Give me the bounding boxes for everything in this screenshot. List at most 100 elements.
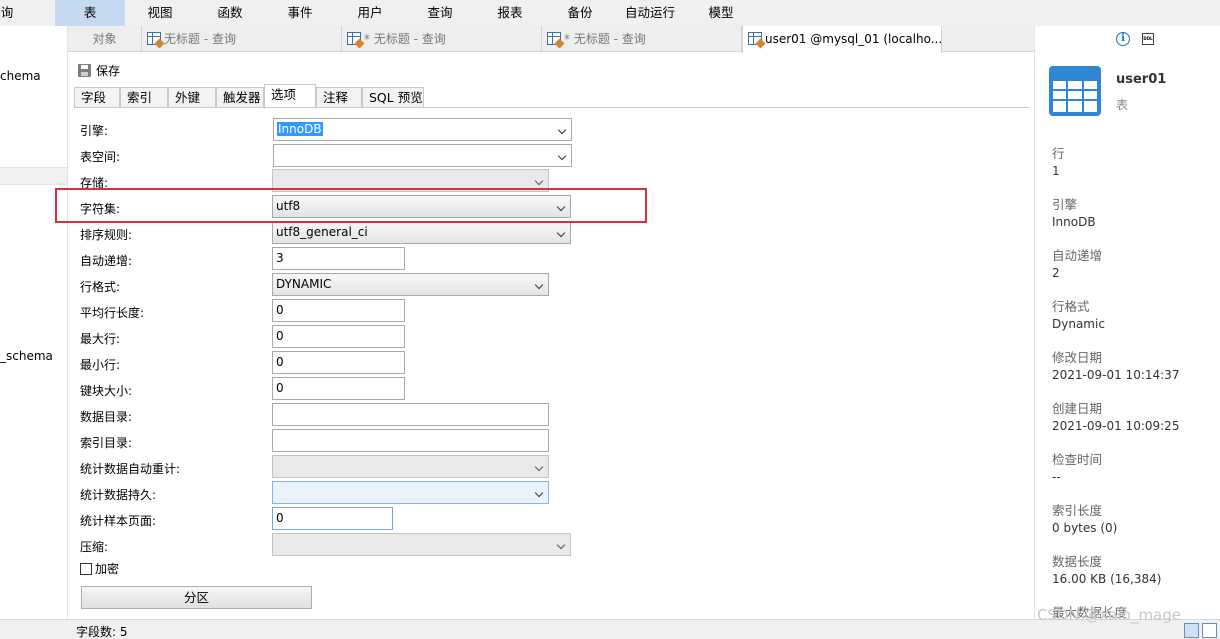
menu-item-model[interactable]: 模型 <box>688 0 754 26</box>
encryption-label: 加密 <box>95 562 120 576</box>
tab-foreign-keys[interactable]: 外键 <box>168 87 216 108</box>
split-view-icon[interactable] <box>1202 623 1217 638</box>
menu-item-function[interactable]: 函数 <box>197 0 263 26</box>
stats-auto-recalc-select[interactable] <box>272 455 549 478</box>
tab-objects[interactable]: 对象 <box>68 26 142 52</box>
info-title: user01 <box>1116 72 1167 87</box>
info-value-auto-increment: 2 <box>1052 266 1060 280</box>
tab-query-2[interactable]: * 无标题 - 查询 <box>342 26 542 52</box>
avg-row-length-label: 平均行长度: <box>80 306 145 320</box>
tablespace-select[interactable] <box>273 144 572 167</box>
engine-select[interactable]: InnoDB <box>273 118 572 141</box>
menu-item-event[interactable]: 事件 <box>267 0 333 26</box>
info-key-modified: 修改日期 <box>1052 350 1103 365</box>
key-block-size-label: 键块大小: <box>80 384 133 398</box>
chevron-down-icon <box>556 228 566 238</box>
tab-sql-preview[interactable]: SQL 预览 <box>362 87 424 108</box>
info-value-index-length: 0 bytes (0) <box>1052 521 1118 535</box>
row-format-value: DYNAMIC <box>276 277 332 291</box>
save-button[interactable]: 保存 <box>78 62 120 80</box>
menu-item-automation[interactable]: 自动运行 <box>617 0 683 26</box>
tree-item-schema-2[interactable]: _schema <box>0 349 53 363</box>
stats-auto-recalc-label: 统计数据自动重计: <box>80 462 181 476</box>
menu-item-user[interactable]: 用户 <box>337 0 403 26</box>
panel-view-icon[interactable] <box>1184 623 1199 638</box>
tab-triggers[interactable]: 触发器 <box>216 87 264 108</box>
tab-comments[interactable]: 注释 <box>316 87 362 108</box>
tree-item-schema[interactable]: chema <box>0 69 41 83</box>
stats-persistent-label: 统计数据持久: <box>80 488 157 502</box>
avg-row-length-input[interactable]: 0 <box>272 299 405 322</box>
stats-sample-pages-input[interactable]: 0 <box>272 507 393 530</box>
min-rows-label: 最小行: <box>80 358 121 372</box>
info-panel: i DDL user01 表 行 1 引擎 InnoDB 自动递增 2 行格式 … <box>1034 26 1220 620</box>
chevron-down-icon <box>534 280 544 290</box>
checkbox-icon <box>80 563 92 575</box>
tab-label: user01 @mysql_01 (localho... <box>765 32 942 46</box>
info-key-index-length: 索引长度 <box>1052 503 1103 518</box>
info-key-rows: 行 <box>1052 146 1065 161</box>
tab-query-3[interactable]: * 无标题 - 查询 <box>542 26 742 52</box>
chevron-down-icon <box>534 176 544 186</box>
menu-item-report[interactable]: 报表 <box>477 0 543 26</box>
partition-button[interactable]: 分区 <box>81 586 312 609</box>
tab-query-1[interactable]: 无标题 - 查询 <box>142 26 342 52</box>
tab-indexes[interactable]: 索引 <box>120 87 168 108</box>
auto-increment-label: 自动递增: <box>80 254 133 268</box>
tab-label: 对象 <box>92 32 117 46</box>
object-tree: chema _schema <box>0 26 68 619</box>
tree-selected-row[interactable] <box>0 167 67 185</box>
max-rows-label: 最大行: <box>80 332 121 346</box>
menu-item-view[interactable]: 视图 <box>127 0 193 26</box>
key-block-size-input[interactable]: 0 <box>272 377 405 400</box>
watermark: CSDN @xaio_mage <box>1037 606 1182 624</box>
info-key-check-time: 检查时间 <box>1052 452 1103 467</box>
menu-bar: 询 表 视图 函数 事件 用户 查询 报表 备份 自动运行 模型 <box>0 0 1220 26</box>
min-rows-input[interactable]: 0 <box>272 351 405 374</box>
info-key-engine: 引擎 <box>1052 197 1078 212</box>
tab-options[interactable]: 选项 <box>264 84 316 109</box>
tab-table-design[interactable]: user01 @mysql_01 (localho... <box>742 26 942 53</box>
compression-select[interactable] <box>272 533 571 556</box>
tab-label: * 无标题 - 查询 <box>364 32 446 46</box>
index-directory-label: 索引目录: <box>80 436 133 450</box>
ddl-icon[interactable]: DDL <box>1142 33 1154 45</box>
info-key-row-format: 行格式 <box>1052 299 1090 314</box>
row-format-select[interactable]: DYNAMIC <box>272 273 549 296</box>
info-value-modified: 2021-09-01 10:14:37 <box>1052 368 1180 382</box>
field-count: 字段数: 5 <box>76 625 128 639</box>
info-value-data-length: 16.00 KB (16,384) <box>1052 572 1162 586</box>
info-subtitle: 表 <box>1116 98 1129 112</box>
chevron-down-icon <box>534 488 544 498</box>
save-icon <box>78 64 91 77</box>
info-key-auto-increment: 自动递增 <box>1052 248 1103 263</box>
tab-label: 无标题 - 查询 <box>164 32 236 46</box>
data-directory-input[interactable] <box>272 403 549 426</box>
menu-item-backup[interactable]: 备份 <box>547 0 613 26</box>
table-design-icon <box>748 32 766 49</box>
info-value-engine: InnoDB <box>1052 215 1096 229</box>
query-table-icon <box>147 32 165 49</box>
auto-increment-input[interactable]: 3 <box>272 247 405 270</box>
chevron-down-icon <box>534 462 544 472</box>
menu-item-query[interactable]: 查询 <box>407 0 473 26</box>
stats-sample-pages-label: 统计样本页面: <box>80 514 157 528</box>
chevron-down-icon <box>557 151 567 161</box>
max-rows-input[interactable]: 0 <box>272 325 405 348</box>
tab-fields[interactable]: 字段 <box>74 87 120 108</box>
collation-value: utf8_general_ci <box>276 225 368 239</box>
index-directory-input[interactable] <box>272 429 549 452</box>
stats-persistent-select[interactable] <box>272 481 549 504</box>
info-value-created: 2021-09-01 10:09:25 <box>1052 419 1180 433</box>
menu-item-query-partial[interactable]: 询 <box>0 0 14 26</box>
table-icon <box>1049 66 1101 116</box>
encryption-checkbox[interactable]: 加密 <box>80 560 119 577</box>
info-icon[interactable]: i <box>1116 32 1130 46</box>
row-format-label: 行格式: <box>80 280 121 294</box>
info-value-rows: 1 <box>1052 164 1060 178</box>
collation-select[interactable]: utf8_general_ci <box>272 221 571 244</box>
save-label: 保存 <box>96 64 121 78</box>
menu-item-table[interactable]: 表 <box>55 0 125 26</box>
document-tab-bar: 对象 无标题 - 查询 * 无标题 - 查询 * 无标题 - 查询 user01… <box>68 26 1034 53</box>
info-value-row-format: Dynamic <box>1052 317 1105 331</box>
